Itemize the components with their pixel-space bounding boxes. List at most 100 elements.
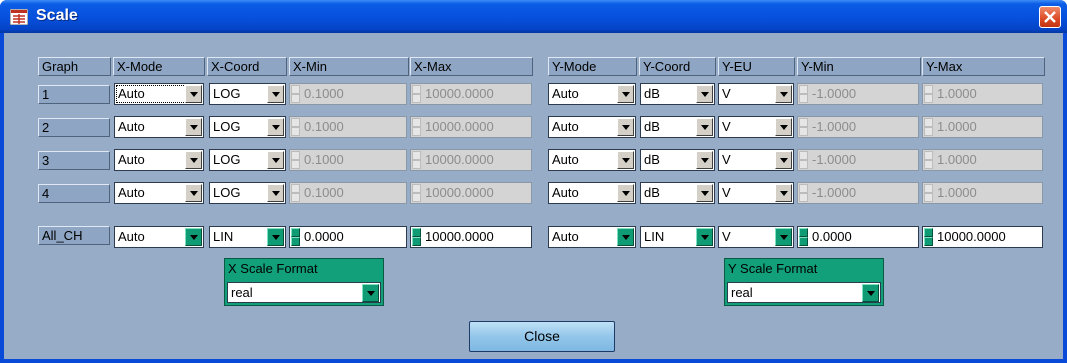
x-mode-select-all[interactable]: Auto (114, 226, 204, 248)
chevron-down-icon[interactable] (775, 151, 792, 169)
close-icon (1044, 11, 1056, 23)
x-scale-format-select[interactable]: real (227, 282, 381, 303)
y-max-spinner-all[interactable]: 10000.0000 (922, 226, 1043, 248)
chevron-down-icon[interactable] (696, 118, 713, 136)
y-coord-select-2[interactable]: dB (640, 116, 715, 138)
chevron-down-icon[interactable] (185, 118, 202, 136)
y-coord-select-1-value: dB (644, 86, 660, 101)
close-button[interactable]: Close (469, 321, 615, 352)
chevron-down-icon[interactable] (185, 151, 202, 169)
x-mode-select-1[interactable]: Auto (114, 83, 204, 105)
chevron-down-icon[interactable] (862, 284, 879, 302)
header-y-max: Y-Max (922, 57, 1045, 76)
graph-label-2: 2 (38, 118, 110, 137)
x-coord-select-3[interactable]: LOG (209, 149, 286, 171)
header-y-mode: Y-Mode (548, 57, 637, 76)
spinner-updown-icon[interactable] (412, 228, 421, 246)
x-scale-format: X Scale Format real (224, 258, 384, 306)
title-bar[interactable]: Scale (0, 0, 1067, 33)
y-max-spinner-2-value: 1.0000 (937, 119, 977, 134)
chevron-down-icon[interactable] (775, 118, 792, 136)
x-coord-select-2[interactable]: LOG (209, 116, 286, 138)
chevron-down-icon[interactable] (775, 228, 792, 246)
spinner-updown-icon[interactable] (924, 228, 933, 246)
y-eu-select-4[interactable]: V (718, 182, 794, 204)
x-min-spinner-4: 0.1000 (289, 182, 407, 204)
y-coord-select-4[interactable]: dB (640, 182, 715, 204)
y-coord-select-3-value: dB (644, 152, 660, 167)
y-coord-select-all[interactable]: LIN (640, 226, 715, 248)
y-coord-select-3[interactable]: dB (640, 149, 715, 171)
chevron-down-icon[interactable] (696, 228, 713, 246)
x-max-spinner-1: 10000.0000 (410, 83, 532, 105)
spinner-updown-icon (924, 85, 933, 103)
x-mode-select-3[interactable]: Auto (114, 149, 204, 171)
y-scale-format-label: Y Scale Format (728, 261, 818, 276)
spinner-updown-icon (799, 85, 808, 103)
y-mode-select-4[interactable]: Auto (548, 182, 636, 204)
y-eu-select-2-value: V (722, 119, 731, 134)
y-coord-select-1[interactable]: dB (640, 83, 715, 105)
y-eu-select-2[interactable]: V (718, 116, 794, 138)
chevron-down-icon[interactable] (617, 85, 634, 103)
window-title: Scale (36, 7, 78, 24)
y-eu-select-all[interactable]: V (718, 226, 794, 248)
x-mode-select-4[interactable]: Auto (114, 182, 204, 204)
x-coord-select-4[interactable]: LOG (209, 182, 286, 204)
y-min-spinner-all-value: 0.0000 (812, 229, 852, 244)
chevron-down-icon[interactable] (267, 184, 284, 202)
header-graph: Graph (38, 57, 111, 76)
x-mode-select-2[interactable]: Auto (114, 116, 204, 138)
chevron-down-icon[interactable] (267, 228, 284, 246)
chevron-down-icon[interactable] (696, 184, 713, 202)
chevron-down-icon[interactable] (267, 118, 284, 136)
y-min-spinner-all[interactable]: 0.0000 (797, 226, 919, 248)
y-min-spinner-3: -1.0000 (797, 149, 919, 171)
x-max-spinner-3-value: 10000.0000 (425, 152, 494, 167)
y-eu-select-3[interactable]: V (718, 149, 794, 171)
y-scale-format-select[interactable]: real (727, 282, 881, 303)
x-max-spinner-all-value: 10000.0000 (425, 229, 494, 244)
y-max-spinner-3: 1.0000 (922, 149, 1043, 171)
x-min-spinner-all[interactable]: 0.0000 (289, 226, 407, 248)
y-mode-select-1[interactable]: Auto (548, 83, 636, 105)
spinner-updown-icon[interactable] (291, 228, 300, 246)
x-min-spinner-1: 0.1000 (289, 83, 407, 105)
chevron-down-icon[interactable] (617, 228, 634, 246)
y-max-spinner-1-value: 1.0000 (937, 86, 977, 101)
chevron-down-icon[interactable] (775, 85, 792, 103)
x-max-spinner-all[interactable]: 10000.0000 (410, 226, 532, 248)
x-min-spinner-3-value: 0.1000 (304, 152, 344, 167)
spinner-updown-icon (924, 151, 933, 169)
chevron-down-icon[interactable] (696, 151, 713, 169)
chevron-down-icon[interactable] (775, 184, 792, 202)
spinner-updown-icon (799, 184, 808, 202)
y-eu-select-1[interactable]: V (718, 83, 794, 105)
chevron-down-icon[interactable] (185, 184, 202, 202)
spinner-updown-icon[interactable] (799, 228, 808, 246)
chevron-down-icon[interactable] (617, 151, 634, 169)
x-coord-select-all[interactable]: LIN (209, 226, 286, 248)
spinner-updown-icon (799, 151, 808, 169)
y-mode-select-all[interactable]: Auto (548, 226, 636, 248)
chevron-down-icon[interactable] (617, 184, 634, 202)
window-close-button[interactable] (1039, 6, 1061, 28)
y-mode-select-2[interactable]: Auto (548, 116, 636, 138)
spinner-updown-icon (924, 118, 933, 136)
y-eu-select-3-value: V (722, 152, 731, 167)
y-mode-select-3[interactable]: Auto (548, 149, 636, 171)
y-max-spinner-3-value: 1.0000 (937, 152, 977, 167)
chevron-down-icon[interactable] (696, 85, 713, 103)
chevron-down-icon[interactable] (617, 118, 634, 136)
header-x-coord: X-Coord (207, 57, 287, 76)
chevron-down-icon[interactable] (267, 85, 284, 103)
chevron-down-icon[interactable] (267, 151, 284, 169)
x-min-spinner-3: 0.1000 (289, 149, 407, 171)
y-eu-select-1-value: V (722, 86, 731, 101)
x-coord-select-1-value: LOG (213, 86, 241, 101)
chevron-down-icon[interactable] (362, 284, 379, 302)
x-coord-select-1[interactable]: LOG (209, 83, 286, 105)
chevron-down-icon[interactable] (185, 85, 202, 103)
y-scale-format: Y Scale Format real (724, 258, 884, 306)
chevron-down-icon[interactable] (185, 228, 202, 246)
